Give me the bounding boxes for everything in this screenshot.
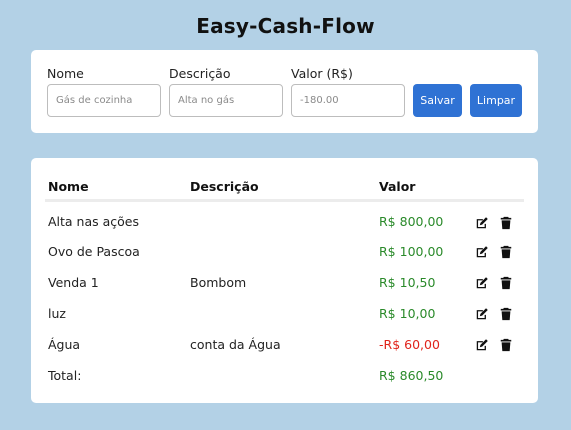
trash-icon[interactable] (499, 338, 513, 352)
row-descricao: conta da Água (190, 337, 281, 352)
row-descricao: Bombom (190, 275, 247, 290)
row-valor: -R$ 60,00 (379, 337, 440, 352)
valor-field-group: Valor (R$) (291, 66, 405, 117)
row-descricao (187, 236, 376, 267)
edit-icon[interactable] (475, 338, 489, 352)
entry-form: Nome Descrição Valor (R$) Salvar Limpar (31, 50, 538, 133)
row-nome: Água (48, 337, 81, 352)
valor-label: Valor (R$) (291, 66, 353, 81)
row-nome: luz (48, 306, 66, 321)
save-button[interactable]: Salvar (413, 84, 462, 117)
edit-icon[interactable] (475, 307, 489, 321)
trash-icon[interactable] (499, 245, 513, 259)
header-nome: Nome (45, 174, 187, 202)
edit-icon[interactable] (475, 216, 489, 230)
descricao-input[interactable] (169, 84, 283, 117)
nome-input[interactable] (47, 84, 161, 117)
header-actions-delete (496, 174, 524, 202)
header-actions-edit (472, 174, 496, 202)
clear-button[interactable]: Limpar (470, 84, 522, 117)
nome-label: Nome (47, 66, 84, 81)
trash-icon[interactable] (499, 307, 513, 321)
total-row: Total: R$ 860,50 (45, 360, 524, 391)
row-nome: Venda 1 (48, 275, 99, 290)
table-row: Água conta da Água -R$ 60,00 (45, 329, 524, 360)
total-label: Total: (48, 368, 82, 383)
row-nome: Ovo de Pascoa (48, 244, 140, 259)
descricao-label: Descrição (169, 66, 231, 81)
header-valor: Valor (376, 174, 472, 202)
row-nome: Alta nas ações (48, 214, 140, 230)
table-header-row: Nome Descrição Valor (45, 174, 524, 202)
row-valor: R$ 10,50 (379, 275, 436, 290)
row-valor: R$ 100,00 (379, 244, 444, 259)
header-descricao: Descrição (187, 174, 376, 202)
row-valor: R$ 10,00 (379, 306, 436, 321)
page-title: Easy-Cash-Flow (196, 14, 375, 38)
total-value: R$ 860,50 (379, 368, 444, 383)
row-descricao (187, 200, 376, 236)
nome-field-group: Nome (47, 66, 161, 117)
descricao-field-group: Descrição (169, 66, 283, 117)
table-row: luz R$ 10,00 (45, 298, 524, 329)
trash-icon[interactable] (499, 276, 513, 290)
edit-icon[interactable] (475, 276, 489, 290)
transactions-table: Nome Descrição Valor Alta nas ações R$ 80… (45, 174, 524, 391)
transactions-card: Nome Descrição Valor Alta nas ações R$ 80… (31, 158, 538, 403)
table-row: Venda 1 Bombom R$ 10,50 (45, 267, 524, 298)
valor-input[interactable] (291, 84, 405, 117)
row-descricao (187, 298, 376, 329)
edit-icon[interactable] (475, 245, 489, 259)
trash-icon[interactable] (499, 216, 513, 230)
table-row: Alta nas ações R$ 800,00 (45, 200, 524, 236)
table-row: Ovo de Pascoa R$ 100,00 (45, 236, 524, 267)
row-valor: R$ 800,00 (379, 214, 444, 230)
